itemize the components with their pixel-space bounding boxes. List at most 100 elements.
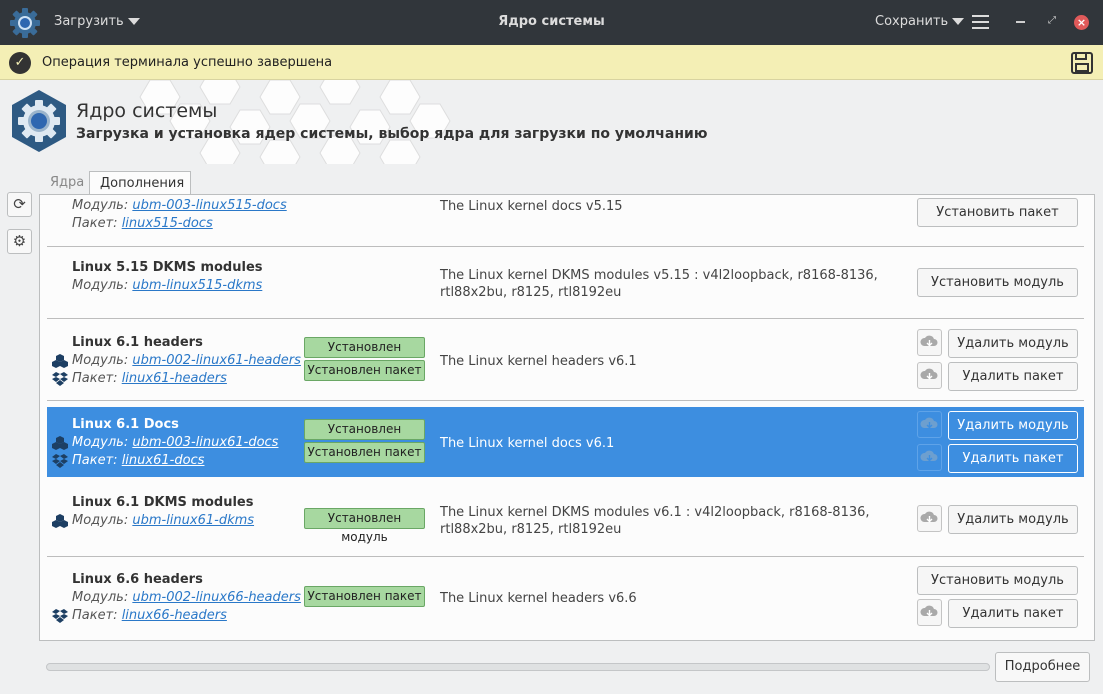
chevron-down-icon (952, 18, 965, 25)
item-description: The Linux kernel DKMS modules v5.15 : v4… (440, 268, 878, 300)
installed-package-badge: Установлен пакет (304, 442, 425, 463)
remove-package-button[interactable]: Удалить пакет (948, 444, 1078, 473)
item-description: The Linux kernel docs v5.15 (440, 199, 623, 214)
close-icon[interactable]: × (1074, 15, 1089, 30)
load-menu-button[interactable]: Загрузить (54, 14, 140, 29)
item-title: Linux 5.15 DKMS modules (72, 260, 263, 275)
module-line: Модуль: ubm-003-linux515-docs (72, 198, 287, 213)
cloud-download-icon (920, 368, 938, 380)
module-line: Модуль: ubm-002-linux66-headers (72, 590, 301, 605)
installed-package-badge: Установлен пакет (304, 586, 425, 607)
save-menu-button[interactable]: Сохранить (875, 14, 965, 29)
package-line: Пакет: linux66-headers (72, 608, 227, 623)
item-title: Linux 6.1 headers (72, 335, 203, 350)
list-item[interactable]: Модуль: ubm-003-linux515-docs Пакет: lin… (47, 195, 1084, 247)
package-line: Пакет: linux515-docs (72, 216, 213, 231)
maximize-icon[interactable]: ⤢ (1048, 15, 1058, 29)
install-module-button[interactable]: Установить модуль (917, 268, 1078, 297)
module-line: Модуль: ubm-002-linux61-headers (72, 353, 301, 368)
module-link[interactable]: ubm-002-linux66-headers (132, 590, 301, 605)
package-box-icon (52, 609, 68, 623)
module-link[interactable]: ubm-linux61-dkms (132, 513, 254, 528)
installed-module-badge: Установлен модуль (304, 508, 425, 544)
download-package-button[interactable] (917, 362, 942, 389)
module-link[interactable]: ubm-003-linux515-docs (132, 198, 286, 213)
install-module-button[interactable]: Установить модуль (917, 566, 1078, 595)
module-line: Модуль: ubm-linux61-dkms (72, 513, 255, 528)
download-package-button[interactable] (917, 599, 942, 626)
details-button[interactable]: Подробнее (995, 652, 1090, 682)
addons-list: Модуль: ubm-003-linux515-docs Пакет: lin… (39, 194, 1095, 641)
hamburger-menu-icon[interactable] (972, 15, 989, 29)
package-link[interactable]: linux66-headers (122, 608, 227, 623)
item-description: The Linux kernel docs v6.1 (440, 436, 615, 451)
list-item[interactable]: Linux 6.1 DKMS modules Модуль: ubm-linux… (47, 481, 1084, 557)
item-title: Linux 6.1 DKMS modules (72, 495, 254, 510)
module-line: Модуль: ubm-003-linux61-docs (72, 435, 279, 450)
modules-cubes-icon (52, 514, 68, 528)
download-package-button[interactable] (917, 444, 942, 471)
package-line: Пакет: linux61-docs (72, 453, 205, 468)
minimize-icon[interactable] (1016, 21, 1025, 23)
package-link[interactable]: linux61-docs (122, 453, 205, 468)
tab-addons[interactable]: Дополнения (89, 171, 191, 195)
settings-button[interactable]: ⚙ (7, 229, 32, 254)
cloud-download-icon (920, 335, 938, 347)
list-item[interactable]: Linux 6.6 headers Модуль: ubm-002-linux6… (47, 557, 1084, 637)
checkmark-icon: ✓ (9, 52, 31, 74)
installed-module-badge: Установлен модуль (304, 419, 425, 455)
item-description: The Linux kernel headers v6.1 (440, 354, 637, 369)
package-box-icon (52, 454, 68, 468)
modules-cubes-icon (52, 354, 68, 368)
module-line: Модуль: ubm-linux515-dkms (72, 278, 263, 293)
module-link[interactable]: ubm-linux515-dkms (132, 278, 262, 293)
install-package-button[interactable]: Установить пакет (917, 198, 1078, 227)
kernel-gear-logo-icon (12, 90, 66, 152)
item-title: Linux 6.6 headers (72, 572, 203, 587)
notification-text: Операция терминала успешно завершена (42, 55, 333, 70)
tab-kernels[interactable]: Ядра (40, 171, 94, 195)
cloud-download-icon (920, 417, 938, 429)
gear-icon: ⚙ (12, 232, 27, 250)
list-item-selected[interactable]: Linux 6.1 Docs Модуль: ubm-003-linux61-d… (47, 407, 1084, 477)
save-log-icon[interactable] (1070, 51, 1094, 75)
package-link[interactable]: linux515-docs (122, 216, 213, 231)
package-box-icon (52, 372, 68, 386)
installed-module-badge: Установлен модуль (304, 337, 425, 373)
progress-bar (46, 663, 990, 671)
module-link[interactable]: ubm-002-linux61-headers (132, 353, 301, 368)
page-header: Ядро системы Загрузка и установка ядер с… (0, 80, 1103, 170)
package-line: Пакет: linux61-headers (72, 371, 227, 386)
cloud-download-icon (920, 511, 938, 523)
list-item[interactable]: Linux 5.15 DKMS modules Модуль: ubm-linu… (47, 247, 1084, 319)
title-bar: Загрузить Ядро системы Сохранить ⤢ × (0, 0, 1103, 45)
module-link[interactable]: ubm-003-linux61-docs (132, 435, 278, 450)
item-title: Linux 6.1 Docs (72, 417, 179, 432)
refresh-button[interactable]: ⟳ (7, 192, 32, 217)
refresh-icon: ⟳ (13, 195, 26, 213)
download-module-button[interactable] (917, 505, 942, 532)
download-module-button[interactable] (917, 411, 942, 438)
remove-package-button[interactable]: Удалить пакет (948, 362, 1078, 391)
app-gear-logo-icon[interactable] (9, 7, 41, 39)
item-description: The Linux kernel headers v6.6 (440, 591, 637, 606)
installed-package-badge: Установлен пакет (304, 360, 425, 381)
hexagon-background-icon (139, 80, 451, 164)
item-description: The Linux kernel DKMS modules v6.1 : v4l… (440, 505, 870, 537)
cloud-download-icon (920, 605, 938, 617)
modules-cubes-icon (52, 436, 68, 450)
list-item[interactable]: Linux 6.1 headers Модуль: ubm-002-linux6… (47, 319, 1084, 401)
save-menu-label: Сохранить (875, 14, 949, 29)
chevron-down-icon (127, 18, 140, 25)
load-menu-label: Загрузить (54, 14, 124, 29)
remove-package-button[interactable]: Удалить пакет (948, 599, 1078, 628)
remove-module-button[interactable]: Удалить модуль (948, 329, 1078, 358)
page-subtitle: Загрузка и установка ядер системы, выбор… (76, 126, 708, 142)
remove-module-button[interactable]: Удалить модуль (948, 411, 1078, 440)
download-module-button[interactable] (917, 329, 942, 356)
notification-bar: ✓ Операция терминала успешно завершена (0, 45, 1103, 80)
package-link[interactable]: linux61-headers (122, 371, 227, 386)
page-title: Ядро системы (76, 100, 218, 122)
remove-module-button[interactable]: Удалить модуль (948, 505, 1078, 534)
cloud-download-icon (920, 450, 938, 462)
